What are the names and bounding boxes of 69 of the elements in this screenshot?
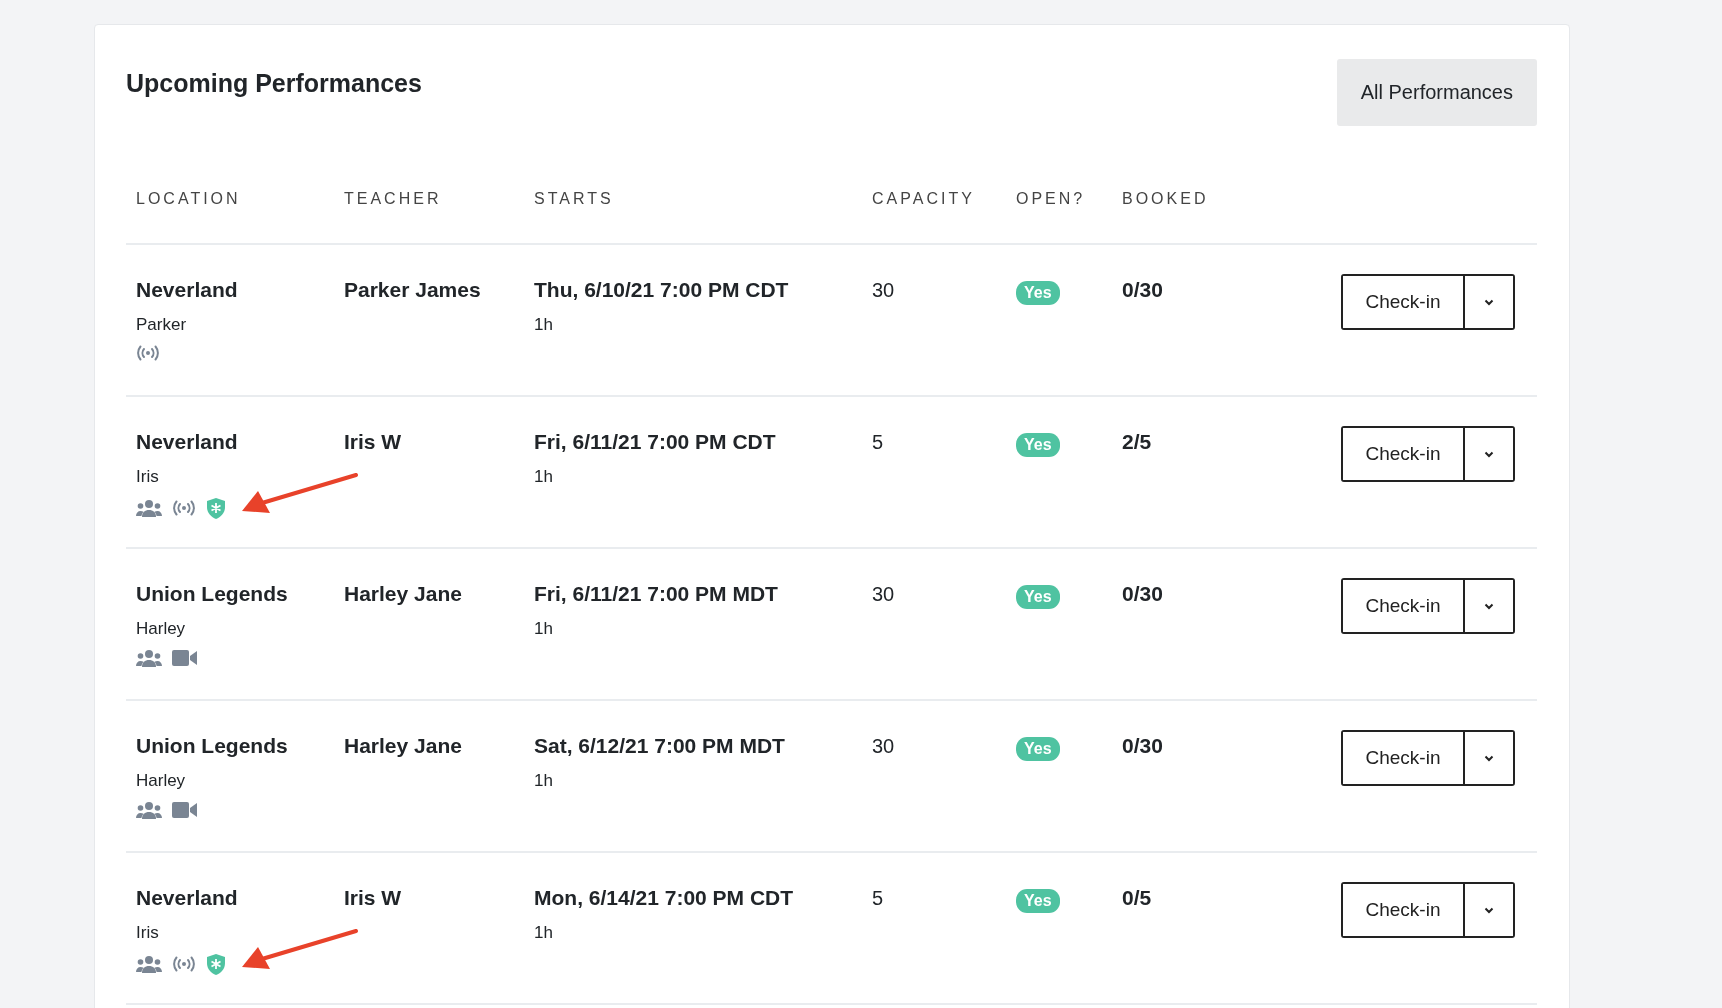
caret-icon — [1484, 754, 1494, 762]
column-header: LOCATION — [135, 190, 242, 208]
sublocation-name: Parker — [136, 315, 187, 335]
location-name: Union Legends — [136, 581, 288, 607]
open-badge: Yes — [1016, 433, 1060, 457]
people-icon — [136, 801, 162, 819]
start-time: Fri, 6/11/21 7:00 PM CDT — [534, 429, 776, 455]
start-time: Fri, 6/11/21 7:00 PM MDT — [534, 581, 778, 607]
duration: 1h — [534, 923, 553, 943]
column-header: TEACHER — [343, 190, 443, 208]
booked-count: 0/30 — [1122, 581, 1163, 607]
booked-count: 0/30 — [1122, 277, 1163, 303]
start-time: Sat, 6/12/21 7:00 PM MDT — [534, 733, 785, 759]
open-badge: Yes — [1016, 737, 1060, 761]
start-time: Mon, 6/14/21 7:00 PM CDT — [534, 885, 794, 911]
people-icon — [136, 499, 162, 517]
location-name: Neverland — [136, 277, 238, 303]
people-icon — [136, 649, 162, 667]
sublocation-name: Iris — [136, 923, 159, 943]
broadcast-icon — [172, 956, 196, 972]
check-in-button[interactable]: Check-in — [1343, 276, 1465, 328]
booked-count: 0/30 — [1122, 733, 1163, 759]
teacher-name: Harley Jane — [344, 581, 462, 607]
duration: 1h — [534, 771, 553, 791]
column-header: OPEN? — [1015, 190, 1087, 208]
open-badge: Yes — [1016, 585, 1060, 609]
duration: 1h — [534, 315, 553, 335]
booked-count: 2/5 — [1122, 429, 1152, 455]
teacher-name: Iris W — [344, 429, 402, 455]
duration: 1h — [534, 619, 553, 639]
capacity: 30 — [872, 278, 895, 303]
caret-icon — [1484, 450, 1494, 458]
capacity: 5 — [872, 430, 884, 455]
people-icon — [136, 955, 162, 973]
capacity: 30 — [872, 582, 895, 607]
all-performances-button[interactable]: All Performances — [1336, 59, 1537, 126]
column-header: CAPACITY — [871, 190, 976, 208]
broadcast-icon — [172, 500, 196, 516]
teacher-name: Parker James — [344, 277, 481, 303]
location-name: Union Legends — [136, 733, 288, 759]
sublocation-name: Iris — [136, 467, 159, 487]
column-header: STARTS — [533, 190, 615, 208]
booked-count: 0/5 — [1122, 885, 1152, 911]
start-time: Thu, 6/10/21 7:00 PM CDT — [534, 277, 789, 303]
capacity: 30 — [872, 734, 895, 759]
card-title: Upcoming Performances — [126, 69, 422, 98]
video-camera-icon — [172, 801, 198, 819]
check-in-button[interactable]: Check-in — [1343, 428, 1465, 480]
caret-icon — [1484, 602, 1494, 610]
caret-icon — [1484, 298, 1494, 306]
capacity: 5 — [872, 886, 884, 911]
sublocation-name: Harley — [136, 619, 186, 639]
open-badge: Yes — [1016, 281, 1060, 305]
duration: 1h — [534, 467, 553, 487]
teacher-name: Iris W — [344, 885, 402, 911]
location-name: Neverland — [136, 429, 238, 455]
check-in-button[interactable]: Check-in — [1343, 884, 1465, 936]
broadcast-icon — [136, 345, 160, 361]
shield-icon — [206, 953, 226, 975]
check-in-button[interactable]: Check-in — [1343, 732, 1465, 784]
location-name: Neverland — [136, 885, 238, 911]
check-in-button[interactable]: Check-in — [1343, 580, 1465, 632]
shield-icon — [206, 497, 226, 519]
open-badge: Yes — [1016, 889, 1060, 913]
caret-icon — [1484, 906, 1494, 914]
video-camera-icon — [172, 649, 198, 667]
sublocation-name: Harley — [136, 771, 186, 791]
column-header: BOOKED — [1121, 190, 1210, 208]
teacher-name: Harley Jane — [344, 733, 462, 759]
